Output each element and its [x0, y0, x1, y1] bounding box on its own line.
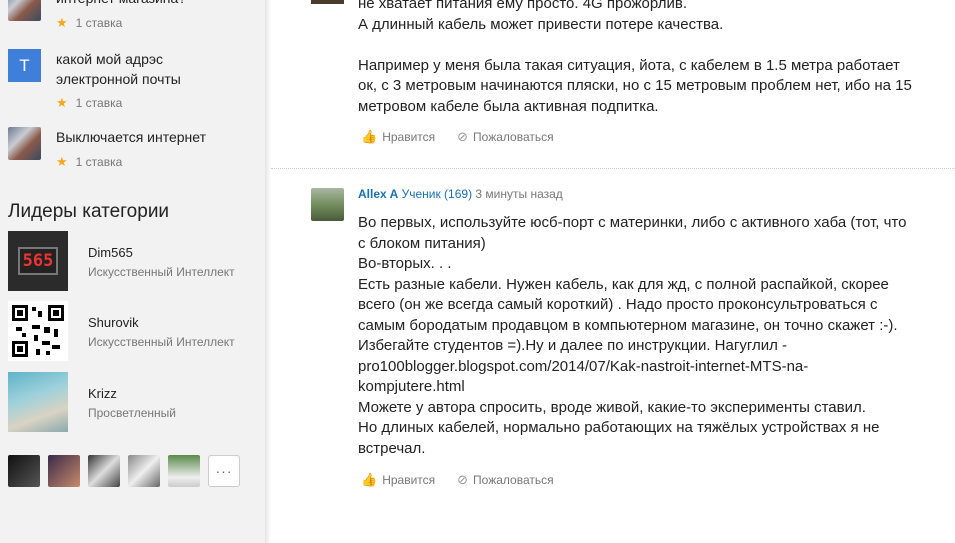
- leader-mini-avatar[interactable]: [128, 455, 160, 487]
- prohibited-icon: ⊘: [457, 129, 469, 144]
- more-leaders: ···: [8, 455, 240, 487]
- prohibited-icon: ⊘: [457, 472, 469, 487]
- like-button[interactable]: 👍 Нравится: [361, 472, 435, 488]
- answer-header: Allex A Ученик (169) 3 минуты назад: [358, 187, 563, 201]
- user-avatar: T: [8, 49, 41, 82]
- leader-rank: Искусственный Интеллект: [88, 265, 235, 279]
- leader-rank: Просветленный: [88, 406, 176, 420]
- answer-time: 3 минуты назад: [475, 187, 563, 201]
- sidebar-question-item[interactable]: Выключается интернет ★ 1 ставка: [8, 127, 258, 172]
- sidebar-question-item[interactable]: T какой мой адрэс электронной почты ★ 1 …: [8, 49, 258, 111]
- question-meta: ★ 1 ставка: [56, 154, 123, 170]
- sidebar: интернет магазина? ★ 1 ставка T какой мо…: [0, 0, 265, 543]
- answer-text: не хватает питания ему просто. 4G прожор…: [358, 0, 912, 115]
- thumbs-up-icon: 👍: [361, 472, 378, 487]
- leader-rank: Искусственный Интеллект: [88, 335, 235, 349]
- thumbs-up-icon: 👍: [361, 129, 378, 144]
- leader-avatar[interactable]: 565: [8, 231, 68, 291]
- bet-count: 1 ставка: [75, 16, 123, 30]
- question-title[interactable]: Выключается интернет: [56, 127, 206, 147]
- leader-name[interactable]: Krizz: [88, 386, 117, 401]
- star-icon: ★: [56, 95, 68, 110]
- question-meta: ★ 1 ставка: [56, 15, 123, 31]
- bet-count: 1 ставка: [75, 96, 123, 110]
- leader-name[interactable]: Shurovik: [88, 315, 139, 330]
- leader-mini-avatar[interactable]: [8, 455, 40, 487]
- more-leaders-button[interactable]: ···: [208, 455, 240, 487]
- report-button[interactable]: ⊘ Пожаловаться: [457, 129, 553, 145]
- sidebar-question-item[interactable]: интернет магазина? ★ 1 ставка: [8, 0, 258, 38]
- leader-mini-avatar[interactable]: [88, 455, 120, 487]
- question-thumbnail: [8, 127, 41, 160]
- leader-avatar[interactable]: [8, 301, 68, 361]
- question-title[interactable]: какой мой адрэс электронной почты: [56, 49, 181, 89]
- leader-name[interactable]: Dim565: [88, 245, 133, 260]
- answer-avatar[interactable]: [311, 0, 344, 4]
- answer-text: Во первых, используйте юсб-порт с матери…: [358, 214, 907, 457]
- leaders-heading: Лидеры категории: [8, 201, 170, 222]
- report-button[interactable]: ⊘ Пожаловаться: [457, 472, 553, 488]
- question-title[interactable]: интернет магазина?: [56, 0, 186, 8]
- leader-avatar[interactable]: [8, 372, 68, 432]
- answer-avatar[interactable]: [311, 188, 344, 221]
- author-rank[interactable]: Ученик (169): [402, 187, 472, 201]
- star-icon: ★: [56, 154, 68, 169]
- like-button[interactable]: 👍 Нравится: [361, 129, 435, 145]
- answer-actions: 👍 Нравится ⊘ Пожаловаться: [361, 129, 554, 145]
- star-icon: ★: [56, 15, 68, 30]
- answers-list: не хватает питания ему просто. 4G прожор…: [271, 0, 955, 543]
- question-thumbnail: [8, 0, 41, 21]
- leader-item[interactable]: Krizz Просветленный: [8, 372, 258, 432]
- leader-item[interactable]: Shurovik Искусственный Интеллект: [8, 301, 258, 361]
- leader-mini-avatar[interactable]: [48, 455, 80, 487]
- answer-actions: 👍 Нравится ⊘ Пожаловаться: [361, 472, 554, 488]
- answer-divider: [271, 168, 955, 169]
- bet-count: 1 ставка: [75, 155, 123, 169]
- question-meta: ★ 1 ставка: [56, 95, 123, 111]
- leader-item[interactable]: 565 Dim565 Искусственный Интеллект: [8, 231, 258, 291]
- author-name[interactable]: Allex A: [358, 187, 398, 201]
- leader-mini-avatar[interactable]: [168, 455, 200, 487]
